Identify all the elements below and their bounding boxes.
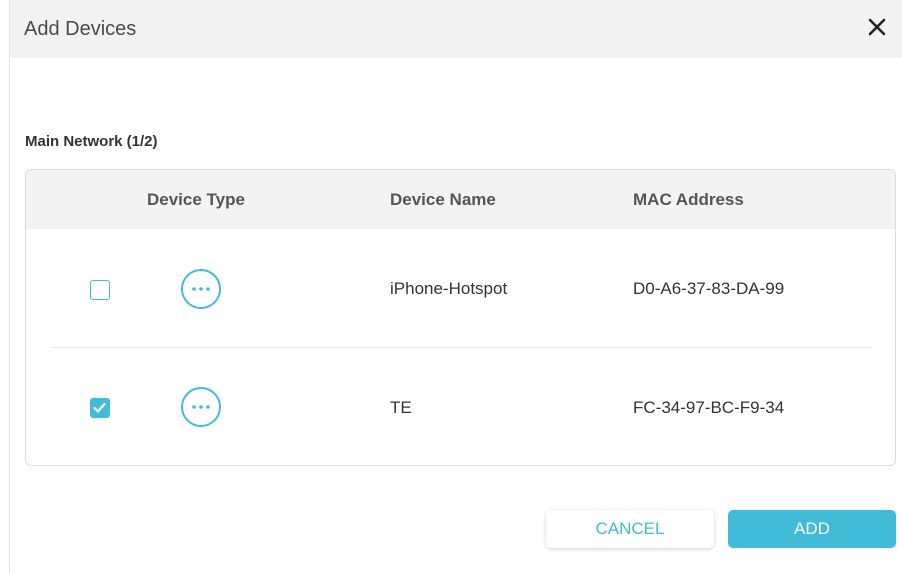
section-title: Main Network (1/2) xyxy=(25,133,158,150)
device-name: TE xyxy=(390,398,412,417)
mac-address: FC-34-97-BC-F9-34 xyxy=(633,398,785,417)
table-header: Device Type Device Name MAC Address xyxy=(26,170,895,229)
column-header-device-name: Device Name xyxy=(390,190,496,209)
add-devices-dialog: Add Devices Main Network (1/2) Device Ty… xyxy=(9,0,902,573)
device-name: iPhone-Hotspot xyxy=(390,279,508,298)
close-icon[interactable] xyxy=(866,16,888,38)
mac-address: D0-A6-37-83-DA-99 xyxy=(633,279,785,298)
table-row: iPhone-Hotspot D0-A6-37-83-DA-99 xyxy=(26,229,895,347)
dialog-header: Add Devices xyxy=(10,0,902,58)
checkmark-icon xyxy=(93,402,106,413)
more-dots-icon xyxy=(180,386,222,428)
devices-table: Device Type Device Name MAC Address iPho… xyxy=(25,169,896,466)
cancel-button[interactable]: CANCEL xyxy=(546,510,714,548)
row-checkbox[interactable] xyxy=(90,398,110,418)
row-checkbox[interactable] xyxy=(90,280,110,300)
add-button[interactable]: ADD xyxy=(728,510,896,548)
dialog-title: Add Devices xyxy=(24,18,137,40)
column-header-device-type: Device Type xyxy=(147,190,245,209)
table-row: TE FC-34-97-BC-F9-34 xyxy=(26,348,895,465)
more-dots-icon xyxy=(180,268,222,310)
column-header-mac-address: MAC Address xyxy=(633,190,744,209)
